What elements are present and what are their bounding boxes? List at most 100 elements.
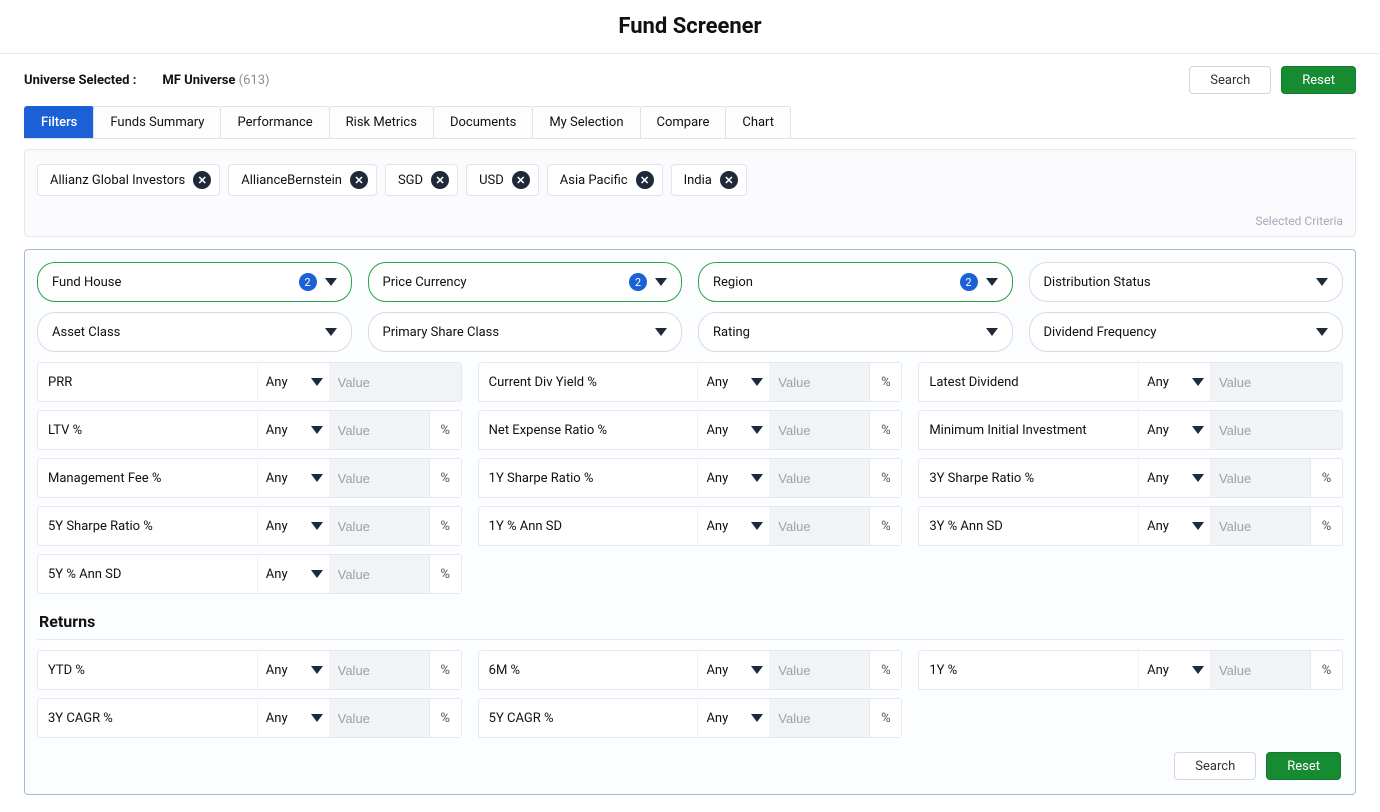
dropdown-region[interactable]: Region2 (698, 262, 1013, 302)
condition-select[interactable]: Any (698, 363, 770, 401)
search-button-bottom[interactable]: Search (1174, 752, 1256, 780)
percent-suffix: % (869, 459, 901, 497)
condition-select[interactable]: Any (1139, 363, 1211, 401)
condition-select[interactable]: Any (258, 507, 330, 545)
condition-select[interactable]: Any (698, 651, 770, 689)
condition-label: Any (706, 471, 728, 486)
condition-select[interactable]: Any (258, 555, 330, 593)
chevron-down-icon (751, 522, 763, 530)
dropdown-badge: 2 (960, 273, 978, 291)
value-input[interactable] (1211, 459, 1310, 497)
value-input[interactable] (770, 363, 869, 401)
tab-performance[interactable]: Performance (220, 106, 329, 138)
condition-select[interactable]: Any (698, 507, 770, 545)
metric-label: Management Fee % (38, 459, 258, 497)
tab-risk-metrics[interactable]: Risk Metrics (329, 106, 434, 138)
dropdown-price-currency[interactable]: Price Currency2 (368, 262, 683, 302)
metric-label: Minimum Initial Investment (919, 411, 1139, 449)
value-input[interactable] (1211, 411, 1342, 449)
value-input[interactable] (330, 411, 429, 449)
value-input[interactable] (330, 507, 429, 545)
close-icon[interactable]: ✕ (636, 171, 654, 189)
metric-prr: PRRAny (37, 362, 462, 402)
value-input[interactable] (770, 699, 869, 737)
dropdown-label: Dividend Frequency (1044, 325, 1157, 340)
returns-section-title: Returns (39, 612, 1343, 631)
tab-funds-summary[interactable]: Funds Summary (93, 106, 221, 138)
condition-select[interactable]: Any (1139, 459, 1211, 497)
metric-1y: 1Y %Any% (918, 650, 1343, 690)
close-icon[interactable]: ✕ (431, 171, 449, 189)
metric-ltv: LTV %Any% (37, 410, 462, 450)
close-icon[interactable]: ✕ (512, 171, 530, 189)
condition-select[interactable]: Any (258, 411, 330, 449)
condition-select[interactable]: Any (1139, 651, 1211, 689)
dropdown-rating[interactable]: Rating (698, 312, 1013, 352)
metric-label: Net Expense Ratio % (479, 411, 699, 449)
close-icon[interactable]: ✕ (720, 171, 738, 189)
value-input[interactable] (330, 459, 429, 497)
condition-label: Any (706, 423, 728, 438)
close-icon[interactable]: ✕ (193, 171, 211, 189)
condition-select[interactable]: Any (698, 459, 770, 497)
value-input[interactable] (770, 507, 869, 545)
dropdown-dividend-frequency[interactable]: Dividend Frequency (1029, 312, 1344, 352)
percent-suffix: % (1310, 459, 1342, 497)
tab-filters[interactable]: Filters (24, 106, 94, 138)
chevron-down-icon (311, 666, 323, 674)
filters-panel: Fund House2Price Currency2Region2Distrib… (24, 249, 1356, 795)
condition-select[interactable]: Any (698, 411, 770, 449)
chevron-down-icon (1192, 426, 1204, 434)
search-button-top[interactable]: Search (1189, 66, 1271, 94)
chevron-down-icon (751, 474, 763, 482)
value-input[interactable] (1211, 507, 1310, 545)
metric-3y-cagr: 3Y CAGR %Any% (37, 698, 462, 738)
metric-label: 5Y Sharpe Ratio % (38, 507, 258, 545)
condition-label: Any (706, 519, 728, 534)
metric-label: Latest Dividend (919, 363, 1139, 401)
dropdown-label: Rating (713, 325, 750, 340)
dropdown-fund-house[interactable]: Fund House2 (37, 262, 352, 302)
dropdown-distribution-status[interactable]: Distribution Status (1029, 262, 1344, 302)
value-input[interactable] (1211, 363, 1342, 401)
tab-my-selection[interactable]: My Selection (532, 106, 640, 138)
dropdown-label: Fund House (52, 275, 121, 290)
reset-button-bottom[interactable]: Reset (1266, 752, 1341, 780)
percent-suffix: % (429, 411, 461, 449)
reset-button-top[interactable]: Reset (1281, 66, 1356, 94)
value-input[interactable] (770, 651, 869, 689)
chevron-down-icon (311, 474, 323, 482)
chevron-down-icon (1316, 328, 1328, 336)
metric-label: 3Y CAGR % (38, 699, 258, 737)
tab-compare[interactable]: Compare (640, 106, 727, 138)
returns-divider (37, 639, 1343, 640)
dropdown-primary-share-class[interactable]: Primary Share Class (368, 312, 683, 352)
chevron-down-icon (1192, 474, 1204, 482)
dropdown-asset-class[interactable]: Asset Class (37, 312, 352, 352)
criteria-chip-label: Asia Pacific (560, 173, 628, 188)
value-input[interactable] (330, 651, 429, 689)
value-input[interactable] (1211, 651, 1310, 689)
value-input[interactable] (330, 363, 461, 401)
condition-select[interactable]: Any (1139, 411, 1211, 449)
spacer (918, 698, 1343, 738)
chevron-down-icon (986, 278, 998, 286)
tab-chart[interactable]: Chart (725, 106, 791, 138)
condition-label: Any (266, 663, 288, 678)
value-input[interactable] (770, 459, 869, 497)
close-icon[interactable]: ✕ (350, 171, 368, 189)
value-input[interactable] (330, 555, 429, 593)
condition-select[interactable]: Any (1139, 507, 1211, 545)
condition-select[interactable]: Any (258, 363, 330, 401)
condition-select[interactable]: Any (258, 459, 330, 497)
chevron-down-icon (986, 328, 998, 336)
tab-documents[interactable]: Documents (433, 106, 533, 138)
condition-select[interactable]: Any (258, 651, 330, 689)
value-input[interactable] (330, 699, 429, 737)
chevron-down-icon (311, 522, 323, 530)
condition-select[interactable]: Any (258, 699, 330, 737)
value-input[interactable] (770, 411, 869, 449)
condition-select[interactable]: Any (698, 699, 770, 737)
percent-suffix: % (869, 363, 901, 401)
percent-suffix: % (429, 459, 461, 497)
